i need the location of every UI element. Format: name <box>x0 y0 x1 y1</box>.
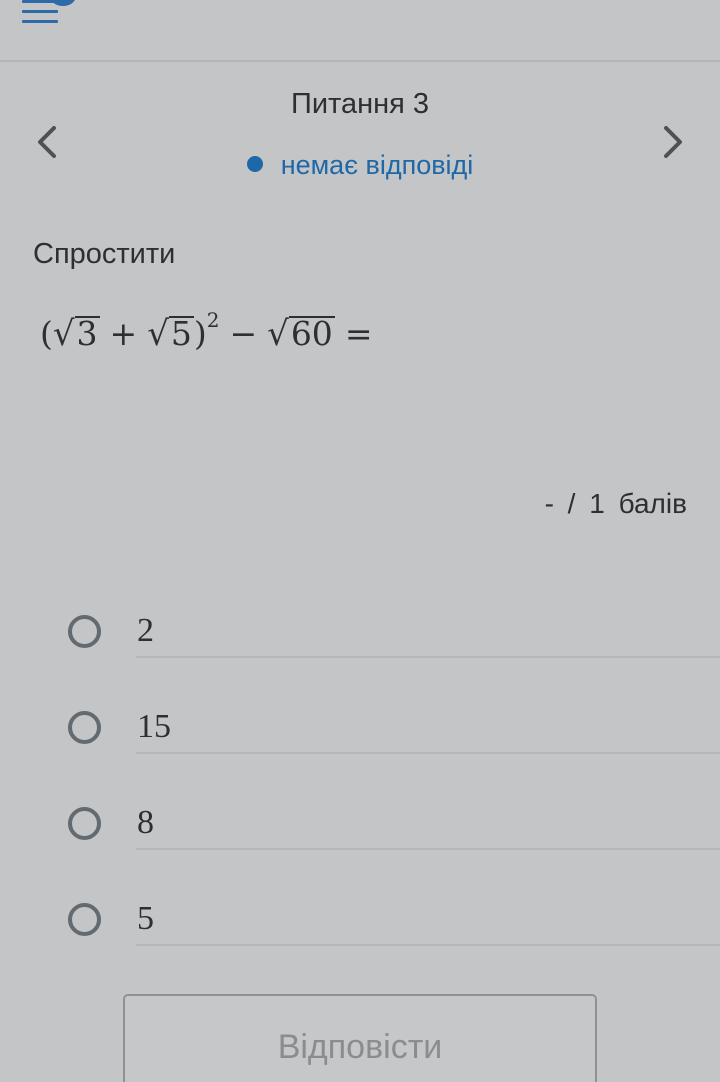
sqrt-60: √60 <box>267 314 335 354</box>
radicand: 3 <box>74 314 100 353</box>
radio-button[interactable] <box>68 711 101 744</box>
menu-line <box>22 20 58 23</box>
question-formula: (√3 + √5)2− √60 = <box>40 308 382 354</box>
option-label: 2 <box>137 612 154 649</box>
sqrt-3: √3 <box>53 314 100 354</box>
option-label: 5 <box>137 900 154 937</box>
question-score: - / 1 балів <box>544 488 687 519</box>
answer-option-2[interactable]: 15 <box>0 696 720 788</box>
option-label: 15 <box>137 708 171 745</box>
chevron-right-icon <box>664 126 682 158</box>
option-divider <box>136 848 720 850</box>
option-label: 8 <box>137 804 154 841</box>
submit-answer-button[interactable]: Відповісти <box>123 994 597 1082</box>
formula-equals: = <box>344 314 373 353</box>
previous-question-button[interactable] <box>28 120 68 164</box>
question-title: Питання 3 <box>290 88 430 120</box>
option-divider <box>136 752 720 754</box>
answer-status: немає відповіді <box>160 150 560 181</box>
option-divider <box>136 656 720 658</box>
formula-exponent: 2 <box>206 308 220 332</box>
menu-hamburger-icon[interactable] <box>18 0 80 34</box>
formula-close-paren: ) <box>193 314 207 353</box>
top-bar <box>0 0 720 62</box>
menu-line <box>22 10 58 13</box>
option-divider <box>136 944 720 946</box>
formula-minus: − <box>229 314 258 353</box>
radio-button[interactable] <box>68 615 101 648</box>
sqrt-sign-icon: √ <box>267 314 289 354</box>
formula-open-paren: ( <box>40 314 53 353</box>
notification-badge <box>50 0 76 6</box>
sqrt-sign-icon: √ <box>147 314 169 354</box>
next-question-button[interactable] <box>652 120 692 164</box>
radio-button[interactable] <box>68 807 101 840</box>
status-dot-icon <box>246 156 263 172</box>
question-instruction: Спростити <box>33 238 176 270</box>
sqrt-5: √5 <box>147 314 194 354</box>
answer-option-4[interactable]: 5 <box>0 888 720 980</box>
radicand: 60 <box>288 314 335 353</box>
chevron-left-icon <box>38 126 56 158</box>
answer-option-1[interactable]: 2 <box>0 600 720 692</box>
radio-button[interactable] <box>68 903 101 936</box>
quiz-screen: Питання 3 немає відповіді Спростити (√3 +… <box>0 0 720 1082</box>
radicand: 5 <box>168 314 194 353</box>
answer-status-text: немає відповіді <box>280 150 474 180</box>
answer-option-3[interactable]: 8 <box>0 792 720 884</box>
formula-plus: + <box>109 314 138 353</box>
sqrt-sign-icon: √ <box>52 314 75 354</box>
